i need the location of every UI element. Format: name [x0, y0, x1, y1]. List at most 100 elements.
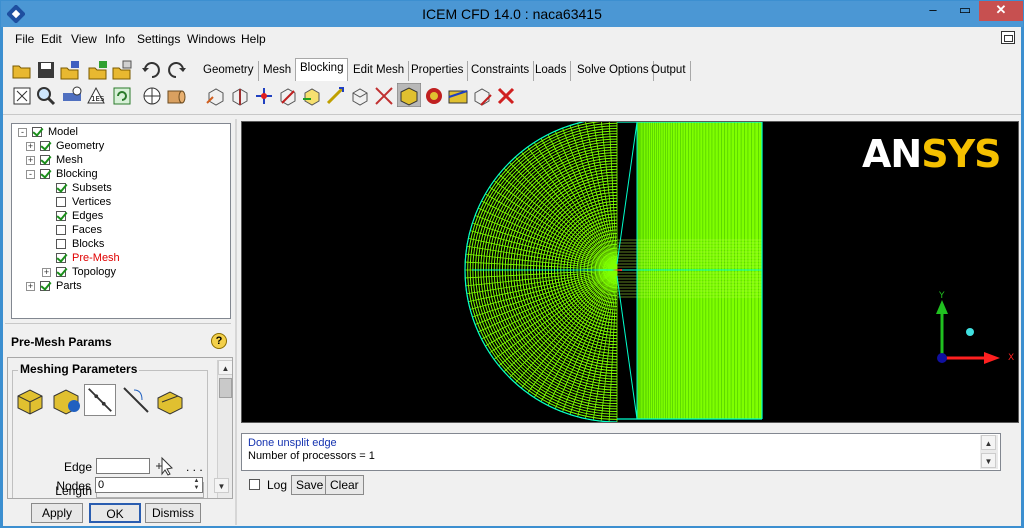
- tree-checkbox[interactable]: [40, 281, 50, 291]
- open-geometry-icon[interactable]: [59, 59, 81, 81]
- edge-params-icon[interactable]: [84, 384, 116, 416]
- expand-icon[interactable]: +: [26, 142, 35, 151]
- axis-triad: Y X: [936, 291, 1014, 364]
- y-axis-label: Y: [938, 291, 945, 301]
- tree-checkbox[interactable]: [40, 141, 50, 151]
- split-block-icon[interactable]: [229, 85, 251, 107]
- menu-info[interactable]: Info: [105, 32, 125, 46]
- nodes-spinbox[interactable]: 0: [95, 477, 203, 493]
- tab-blocking[interactable]: Blocking: [295, 58, 349, 81]
- match-edges-icon[interactable]: [120, 384, 152, 416]
- premesh-params-icon[interactable]: [397, 83, 421, 107]
- menu-windows[interactable]: Windows: [187, 32, 236, 46]
- tree-item-label: Pre-Mesh: [72, 252, 120, 264]
- title-bar[interactable]: ICEM CFD 14.0 : naca63415 – ▭ ✕: [1, 1, 1023, 27]
- edge-input[interactable]: [96, 458, 150, 474]
- tab-constraints[interactable]: Constraints: [467, 61, 535, 81]
- maximize-button[interactable]: ▭: [951, 1, 979, 21]
- menu-file[interactable]: File: [15, 32, 34, 46]
- apply-button[interactable]: Apply: [31, 503, 83, 523]
- ok-button[interactable]: OK: [89, 503, 141, 523]
- check-blocks-icon[interactable]: [447, 85, 469, 107]
- clear-log-button[interactable]: Clear: [325, 475, 364, 495]
- tree-checkbox[interactable]: [56, 267, 66, 277]
- tree-checkbox[interactable]: [32, 127, 42, 137]
- scale-sizes-icon[interactable]: [50, 384, 82, 416]
- message-window[interactable]: Done unsplit edge Number of processors =…: [241, 433, 1001, 471]
- refinement-icon[interactable]: [154, 384, 186, 416]
- expand-icon[interactable]: +: [42, 268, 51, 277]
- tree-checkbox[interactable]: [56, 253, 66, 263]
- minimize-button[interactable]: –: [919, 1, 947, 21]
- fit-window-icon[interactable]: [11, 85, 33, 107]
- tab-edit-mesh[interactable]: Edit Mesh: [349, 61, 410, 81]
- tree-item-label: Model: [48, 126, 78, 138]
- refresh-icon[interactable]: [111, 85, 133, 107]
- tree-checkbox[interactable]: [56, 211, 66, 221]
- open-folder-icon[interactable]: [11, 59, 33, 81]
- message-scrollbar[interactable]: ▲ ▼: [980, 435, 998, 469]
- expand-icon[interactable]: +: [26, 282, 35, 291]
- scroll-up-arrow-icon[interactable]: ▲: [218, 360, 232, 375]
- menu-help[interactable]: Help: [241, 32, 266, 46]
- scroll-down-arrow-icon[interactable]: ▼: [981, 453, 996, 468]
- restore-window-icon[interactable]: [1001, 31, 1015, 44]
- tree-checkbox[interactable]: [56, 225, 66, 235]
- move-vertex-icon[interactable]: [325, 85, 347, 107]
- tree-item-label: Blocks: [72, 238, 105, 250]
- solid-icon[interactable]: [165, 85, 187, 107]
- tab-geometry[interactable]: Geometry: [199, 61, 259, 81]
- undo-icon[interactable]: [141, 59, 163, 81]
- tree-checkbox[interactable]: [40, 169, 50, 179]
- measure-icon[interactable]: [61, 85, 83, 107]
- update-sizes-icon[interactable]: [14, 384, 46, 416]
- close-button[interactable]: ✕: [979, 1, 1023, 21]
- tab-solve-options[interactable]: Solve Options: [573, 61, 654, 81]
- delete-item-icon[interactable]: [495, 85, 517, 107]
- edit-edge-icon[interactable]: [373, 85, 395, 107]
- tree-checkbox[interactable]: [56, 183, 66, 193]
- nodes-spin-arrows-icon[interactable]: ▲ ▼: [191, 478, 202, 492]
- edge-more-button[interactable]: . . .: [186, 460, 203, 474]
- collapse-icon[interactable]: -: [18, 128, 27, 137]
- open-blocking-icon[interactable]: [111, 59, 133, 81]
- dismiss-button[interactable]: Dismiss: [145, 503, 201, 523]
- edit-block-icon[interactable]: [277, 85, 299, 107]
- tree-checkbox[interactable]: [40, 155, 50, 165]
- log-checkbox[interactable]: [249, 479, 260, 490]
- tab-mesh[interactable]: Mesh: [259, 61, 297, 81]
- tab-loads[interactable]: Loads: [531, 61, 572, 81]
- scroll-down-arrow-icon[interactable]: ▼: [214, 478, 229, 493]
- scrollbar-thumb[interactable]: [219, 378, 232, 398]
- save-icon[interactable]: [35, 59, 57, 81]
- collapse-icon[interactable]: -: [26, 170, 35, 179]
- graphics-viewport[interactable]: ANSYS Y X: [241, 121, 1019, 423]
- premesh-quality-icon[interactable]: [423, 85, 445, 107]
- expand-icon[interactable]: +: [26, 156, 35, 165]
- panel-splitter[interactable]: [5, 323, 231, 327]
- tab-output[interactable]: Output: [647, 61, 691, 81]
- tab-properties[interactable]: Properties: [407, 61, 469, 81]
- vertical-splitter[interactable]: [235, 119, 237, 525]
- tree-checkbox[interactable]: [56, 239, 66, 249]
- tree-checkbox[interactable]: [56, 197, 66, 207]
- transform-block-icon[interactable]: [349, 85, 371, 107]
- associate-icon[interactable]: [301, 85, 323, 107]
- save-log-button[interactable]: Save: [291, 475, 329, 495]
- tree-item-label: Edges: [72, 210, 104, 222]
- menu-edit[interactable]: Edit: [41, 32, 62, 46]
- redo-icon[interactable]: [165, 59, 187, 81]
- delete-block-icon[interactable]: [471, 85, 493, 107]
- select-edge-cursor-icon[interactable]: [154, 456, 176, 476]
- zoom-box-icon[interactable]: [35, 85, 57, 107]
- menu-view[interactable]: View: [71, 32, 97, 46]
- merge-vertices-icon[interactable]: [253, 85, 275, 107]
- scroll-up-arrow-icon[interactable]: ▲: [981, 435, 996, 450]
- open-mesh-icon[interactable]: [87, 59, 109, 81]
- meshing-parameters-title: Meshing Parameters: [18, 362, 140, 376]
- wireframe-icon[interactable]: [141, 85, 163, 107]
- create-block-icon[interactable]: [205, 85, 227, 107]
- help-icon[interactable]: ?: [211, 333, 227, 349]
- menu-settings[interactable]: Settings: [137, 32, 180, 46]
- hide-icon[interactable]: 1ES: [85, 85, 107, 107]
